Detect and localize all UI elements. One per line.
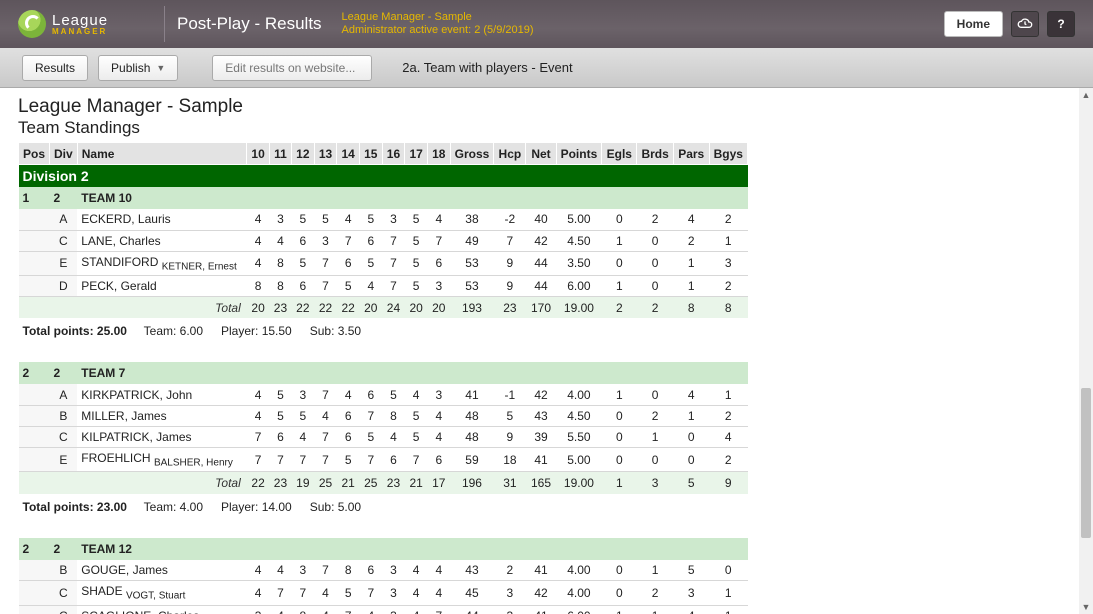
home-button[interactable]: Home (944, 11, 1003, 37)
col-12: 12 (292, 143, 315, 165)
team-total-row: Total2023222222202420201932317019.002288 (19, 296, 748, 318)
player-row: CSCAGLIONE, Charles348474347443416.00114… (19, 605, 748, 614)
scroll-thumb[interactable] (1081, 388, 1091, 538)
player-row: DPECK, Gerald886754753539446.001012 (19, 275, 748, 296)
team-summary-row: Total points: 25.00 Team: 6.00Player: 15… (19, 318, 748, 348)
meta-active-event: Administrator active event: 2 (5/9/2019) (342, 24, 534, 37)
cloud-sync-icon (1017, 16, 1033, 32)
col-points: Points (556, 143, 602, 165)
player-row: AECKERD, Lauris43554535438-2405.000242 (19, 209, 748, 230)
scroll-up-icon[interactable]: ▲ (1079, 88, 1093, 102)
player-row: CSHADE VOGT, Stuart477457344453424.00023… (19, 581, 748, 605)
results-button[interactable]: Results (22, 55, 88, 81)
col-div: Div (50, 143, 78, 165)
division-row: Division 2 (19, 165, 748, 188)
app-logo: League MANAGER (18, 10, 152, 38)
breadcrumb: Post-Play - Results (177, 14, 322, 34)
logo-title: League (52, 13, 108, 28)
help-icon: ? (1057, 17, 1064, 31)
report-scroll[interactable]: League Manager - Sample Team Standings P… (0, 88, 1079, 614)
standings-table: PosDivName101112131415161718GrossHcpNetP… (18, 142, 748, 614)
player-row: AKIRKPATRICK, John45374654341-1424.00104… (19, 384, 748, 405)
player-row: ESTANDIFORD KETNER, Ernest48576575653944… (19, 251, 748, 275)
col-14: 14 (337, 143, 360, 165)
col-10: 10 (247, 143, 270, 165)
report-subtitle: Team Standings (18, 118, 1069, 138)
col-13: 13 (314, 143, 337, 165)
scroll-down-icon[interactable]: ▼ (1079, 600, 1093, 614)
publish-dropdown[interactable]: Publish ▼ (98, 55, 178, 81)
logo-subtitle: MANAGER (52, 28, 108, 36)
team-summary-row: Total points: 23.00 Team: 4.00Player: 14… (19, 494, 748, 524)
col-bgys: Bgys (709, 143, 747, 165)
col-pos: Pos (19, 143, 50, 165)
report-title: League Manager - Sample (18, 96, 1069, 118)
col-15: 15 (359, 143, 382, 165)
event-meta: League Manager - Sample Administrator ac… (342, 11, 534, 37)
meta-league: League Manager - Sample (342, 11, 534, 24)
player-row: BGOUGE, James443786344432414.000150 (19, 560, 748, 581)
player-row: CKILPATRICK, James764765454489395.500104 (19, 426, 748, 447)
logo-icon (18, 10, 46, 38)
col-17: 17 (405, 143, 428, 165)
col-name: Name (77, 143, 247, 165)
chevron-down-icon: ▼ (156, 63, 165, 73)
team-row: 22TEAM 12 (19, 538, 748, 560)
app-header: League MANAGER Post-Play - Results Leagu… (0, 0, 1093, 48)
edit-on-website-button[interactable]: Edit results on website... (212, 55, 372, 81)
col-16: 16 (382, 143, 405, 165)
col-18: 18 (427, 143, 450, 165)
team-row: 12TEAM 10 (19, 187, 748, 209)
team-row: 22TEAM 7 (19, 362, 748, 384)
col-net: Net (526, 143, 556, 165)
toolbar: Results Publish ▼ Edit results on website… (0, 48, 1093, 88)
team-total-row: Total2223192521252321171963116519.001359 (19, 472, 748, 494)
col-gross: Gross (450, 143, 494, 165)
col-brds: Brds (637, 143, 674, 165)
publish-label: Publish (111, 61, 150, 75)
player-row: EFROEHLICH BALSHER, Henry777757676591841… (19, 447, 748, 471)
toolbar-context: 2a. Team with players - Event (402, 60, 572, 75)
col-pars: Pars (673, 143, 709, 165)
header-divider (164, 6, 165, 42)
player-row: CLANE, Charles446376757497424.501021 (19, 230, 748, 251)
player-row: BMILLER, James455467854485434.500212 (19, 405, 748, 426)
col-11: 11 (269, 143, 291, 165)
col-egls: Egls (602, 143, 637, 165)
vertical-scrollbar[interactable]: ▲ ▼ (1079, 88, 1093, 614)
sync-button[interactable] (1011, 11, 1039, 37)
column-headers: PosDivName101112131415161718GrossHcpNetP… (19, 143, 748, 165)
col-hcp: Hcp (494, 143, 526, 165)
help-button[interactable]: ? (1047, 11, 1075, 37)
